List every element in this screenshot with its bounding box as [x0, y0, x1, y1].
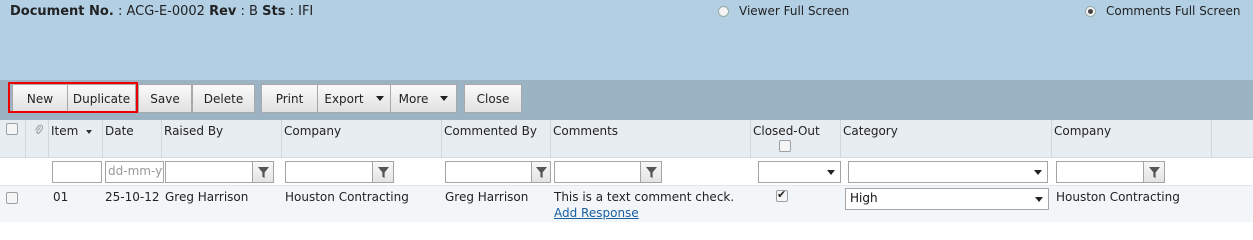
item-filter-input[interactable] — [52, 161, 102, 183]
sort-down-icon — [86, 129, 93, 134]
company-filter-input[interactable] — [285, 161, 373, 183]
company-column-header[interactable]: Company — [281, 120, 442, 158]
radio-viewer[interactable] — [718, 5, 729, 17]
raised-by-cell: Greg Harrison — [165, 190, 249, 204]
print-button[interactable]: Print — [261, 84, 318, 113]
attachment-column-header[interactable] — [25, 120, 49, 158]
comments-full-screen-option[interactable]: Comments Full Screen — [1085, 4, 1240, 18]
commented-by-column-header[interactable]: Commented By — [441, 120, 551, 158]
close-button[interactable]: Close — [464, 84, 522, 113]
closed-out-filter-select[interactable] — [758, 161, 841, 183]
commented-by-filter-input[interactable] — [445, 161, 532, 183]
raised-by-filter-button[interactable] — [252, 161, 274, 183]
toolbar: New Duplicate Save Delete Print Export M… — [0, 80, 1253, 120]
company2-cell: Houston Contracting — [1056, 190, 1180, 204]
viewer-full-screen-option[interactable]: Viewer Full Screen — [718, 4, 849, 18]
chevron-down-icon — [375, 96, 384, 101]
date-filter-input[interactable]: dd-mm-yyyy — [105, 161, 164, 183]
save-button[interactable]: Save — [138, 84, 192, 113]
selection-highlight — [8, 82, 138, 113]
filter-row: dd-mm-yyyy — [0, 158, 1253, 186]
sts-label: Sts — [262, 4, 286, 19]
chevron-down-icon — [1034, 170, 1042, 175]
company2-filter-button[interactable] — [1143, 161, 1165, 183]
filter-icon — [257, 166, 269, 178]
doc-no-value: : ACG-E-0002 — [117, 4, 205, 19]
category-filter-select[interactable] — [848, 161, 1048, 183]
add-response-link[interactable]: Add Response — [554, 206, 639, 220]
comments-filter-input[interactable] — [554, 161, 641, 183]
select-all-checkbox[interactable] — [6, 123, 18, 135]
row-select-checkbox[interactable] — [6, 192, 18, 204]
chevron-down-icon — [827, 170, 835, 175]
filter-icon — [1148, 166, 1160, 178]
category-select[interactable]: High — [845, 188, 1049, 210]
more-dropdown-button[interactable]: More — [390, 84, 457, 113]
export-dropdown-button[interactable]: Export — [317, 84, 391, 113]
doc-no-label: Document No. — [10, 4, 114, 19]
chevron-down-icon — [1035, 197, 1043, 202]
company-cell: Houston Contracting — [285, 190, 409, 204]
filter-icon — [535, 166, 547, 178]
raised-by-filter-input[interactable] — [165, 161, 253, 183]
paperclip-icon — [35, 124, 44, 134]
filter-icon — [645, 166, 657, 178]
filter-icon — [377, 166, 389, 178]
closed-out-column-header[interactable]: Closed-Out — [750, 120, 841, 158]
rev-label: Rev — [209, 4, 237, 19]
viewer-option-label: Viewer Full Screen — [739, 4, 850, 18]
extra-column-header — [1211, 120, 1253, 158]
document-header: Document No. : ACG-E-0002 Rev : B Sts : … — [0, 0, 1253, 80]
item-column-header[interactable]: Item — [48, 120, 102, 158]
comments-filter-button[interactable] — [640, 161, 662, 183]
sts-value: : IFI — [289, 4, 314, 19]
table-header: Item Date Raised By Company Commented By… — [0, 120, 1253, 158]
commented-by-cell: Greg Harrison — [445, 190, 529, 204]
company-filter-button[interactable] — [372, 161, 394, 183]
item-cell: 01 — [53, 190, 69, 204]
delete-button[interactable]: Delete — [192, 84, 255, 113]
chevron-down-icon — [440, 96, 449, 101]
rev-value: : B — [240, 4, 258, 19]
company2-filter-input[interactable] — [1056, 161, 1144, 183]
company2-column-header[interactable]: Company — [1051, 120, 1212, 158]
closed-out-checkbox[interactable] — [776, 188, 788, 202]
date-cell: 25-10-12 — [105, 190, 160, 204]
radio-comments[interactable] — [1085, 5, 1096, 17]
document-info: Document No. : ACG-E-0002 Rev : B Sts : … — [10, 4, 313, 19]
table-row[interactable]: 01 25-10-12 Greg Harrison Houston Contra… — [0, 186, 1253, 222]
commented-by-filter-button[interactable] — [531, 161, 551, 183]
category-column-header[interactable]: Category — [840, 120, 1052, 158]
comments-option-label: Comments Full Screen — [1106, 4, 1241, 18]
closed-out-filter-checkbox[interactable] — [779, 140, 791, 152]
comment-cell: This is a text comment check. — [554, 190, 735, 204]
comments-column-header[interactable]: Comments — [550, 120, 751, 158]
date-column-header[interactable]: Date — [102, 120, 162, 158]
raised-by-column-header[interactable]: Raised By — [161, 120, 282, 158]
